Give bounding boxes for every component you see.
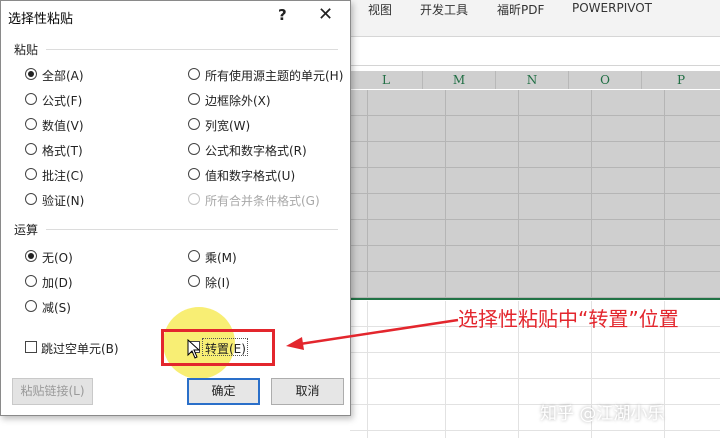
radio-indicator[interactable] bbox=[188, 118, 200, 130]
option-label: 无(O) bbox=[42, 251, 73, 265]
radio-indicator[interactable] bbox=[25, 143, 37, 155]
radio-indicator[interactable] bbox=[188, 275, 200, 287]
mouse-cursor-icon bbox=[187, 339, 201, 359]
tab-powerpivot[interactable]: POWERPIVOT bbox=[572, 1, 652, 15]
ok-button[interactable]: 确定 bbox=[187, 378, 260, 405]
column-header-l[interactable]: L bbox=[350, 71, 423, 89]
watermark: 知乎 @江湖小乐 bbox=[540, 404, 665, 424]
annotation-highlight-box bbox=[161, 329, 275, 366]
column-header-m[interactable]: M bbox=[423, 71, 496, 89]
option-label: 批注(C) bbox=[42, 169, 84, 183]
radio-indicator[interactable] bbox=[188, 68, 200, 80]
radio-indicator[interactable] bbox=[25, 68, 37, 80]
cancel-button[interactable]: 取消 bbox=[271, 378, 344, 405]
paste-link-button: 粘贴链接(L) bbox=[12, 378, 93, 405]
radio-indicator bbox=[188, 193, 200, 205]
option-label: 值和数字格式(U) bbox=[205, 169, 296, 183]
option-label: 边框除外(X) bbox=[205, 94, 271, 108]
radio-indicator[interactable] bbox=[25, 93, 37, 105]
formula-bar[interactable] bbox=[350, 37, 720, 66]
ribbon-divider bbox=[350, 30, 720, 37]
radio-indicator[interactable] bbox=[188, 143, 200, 155]
radio-indicator[interactable] bbox=[25, 193, 37, 205]
radio-indicator[interactable] bbox=[25, 168, 37, 180]
dialog-title: 选择性粘贴 bbox=[8, 12, 74, 27]
option-label: 加(D) bbox=[42, 276, 73, 290]
option-label: 所有使用源主题的单元(H) bbox=[205, 69, 344, 83]
annotation-arrow-icon bbox=[286, 318, 459, 350]
option-label: 除(I) bbox=[205, 276, 230, 290]
option-label: 格式(T) bbox=[42, 144, 83, 158]
option-label: 公式和数字格式(R) bbox=[205, 144, 307, 158]
operation-section-label: 运算 bbox=[14, 223, 39, 237]
paste-section-divider bbox=[46, 49, 338, 50]
radio-indicator[interactable] bbox=[188, 93, 200, 105]
operation-section-divider bbox=[46, 229, 338, 230]
option-label: 所有合并条件格式(G) bbox=[205, 194, 320, 208]
option-label: 验证(N) bbox=[42, 194, 85, 208]
radio-indicator[interactable] bbox=[188, 250, 200, 262]
tab-foxit-pdf[interactable]: 福昕PDF bbox=[497, 1, 544, 18]
option-label: 跳过空单元(B) bbox=[41, 342, 119, 356]
selection-border bbox=[350, 298, 720, 300]
column-header-n[interactable]: N bbox=[496, 71, 569, 89]
checkbox-indicator[interactable] bbox=[25, 341, 37, 353]
option-label: 全部(A) bbox=[42, 69, 84, 83]
radio-indicator[interactable] bbox=[25, 250, 37, 262]
option-label: 数值(V) bbox=[42, 119, 84, 133]
option-label: 乘(M) bbox=[205, 251, 237, 265]
option-label: 列宽(W) bbox=[205, 119, 251, 133]
radio-indicator[interactable] bbox=[25, 275, 37, 287]
tab-view[interactable]: 视图 bbox=[368, 1, 392, 18]
radio-indicator[interactable] bbox=[188, 168, 200, 180]
selected-range-gridlines bbox=[350, 90, 720, 299]
option-label: 减(S) bbox=[42, 301, 71, 315]
column-header-p[interactable]: P bbox=[642, 71, 720, 89]
help-button[interactable]: ? bbox=[278, 6, 287, 24]
column-header-o[interactable]: O bbox=[569, 71, 642, 89]
annotation-text: 选择性粘贴中“转置”位置 bbox=[458, 307, 679, 331]
radio-indicator[interactable] bbox=[25, 300, 37, 312]
option-label: 公式(F) bbox=[42, 94, 83, 108]
paste-special-dialog: 选择性粘贴 ? ✕ 粘贴 全部(A) 公式(F) 数值(V) 格式(T) 批注(… bbox=[0, 0, 351, 416]
paste-section-label: 粘贴 bbox=[14, 43, 39, 57]
radio-indicator[interactable] bbox=[25, 118, 37, 130]
close-button[interactable]: ✕ bbox=[318, 4, 333, 25]
tab-developer[interactable]: 开发工具 bbox=[420, 1, 468, 18]
